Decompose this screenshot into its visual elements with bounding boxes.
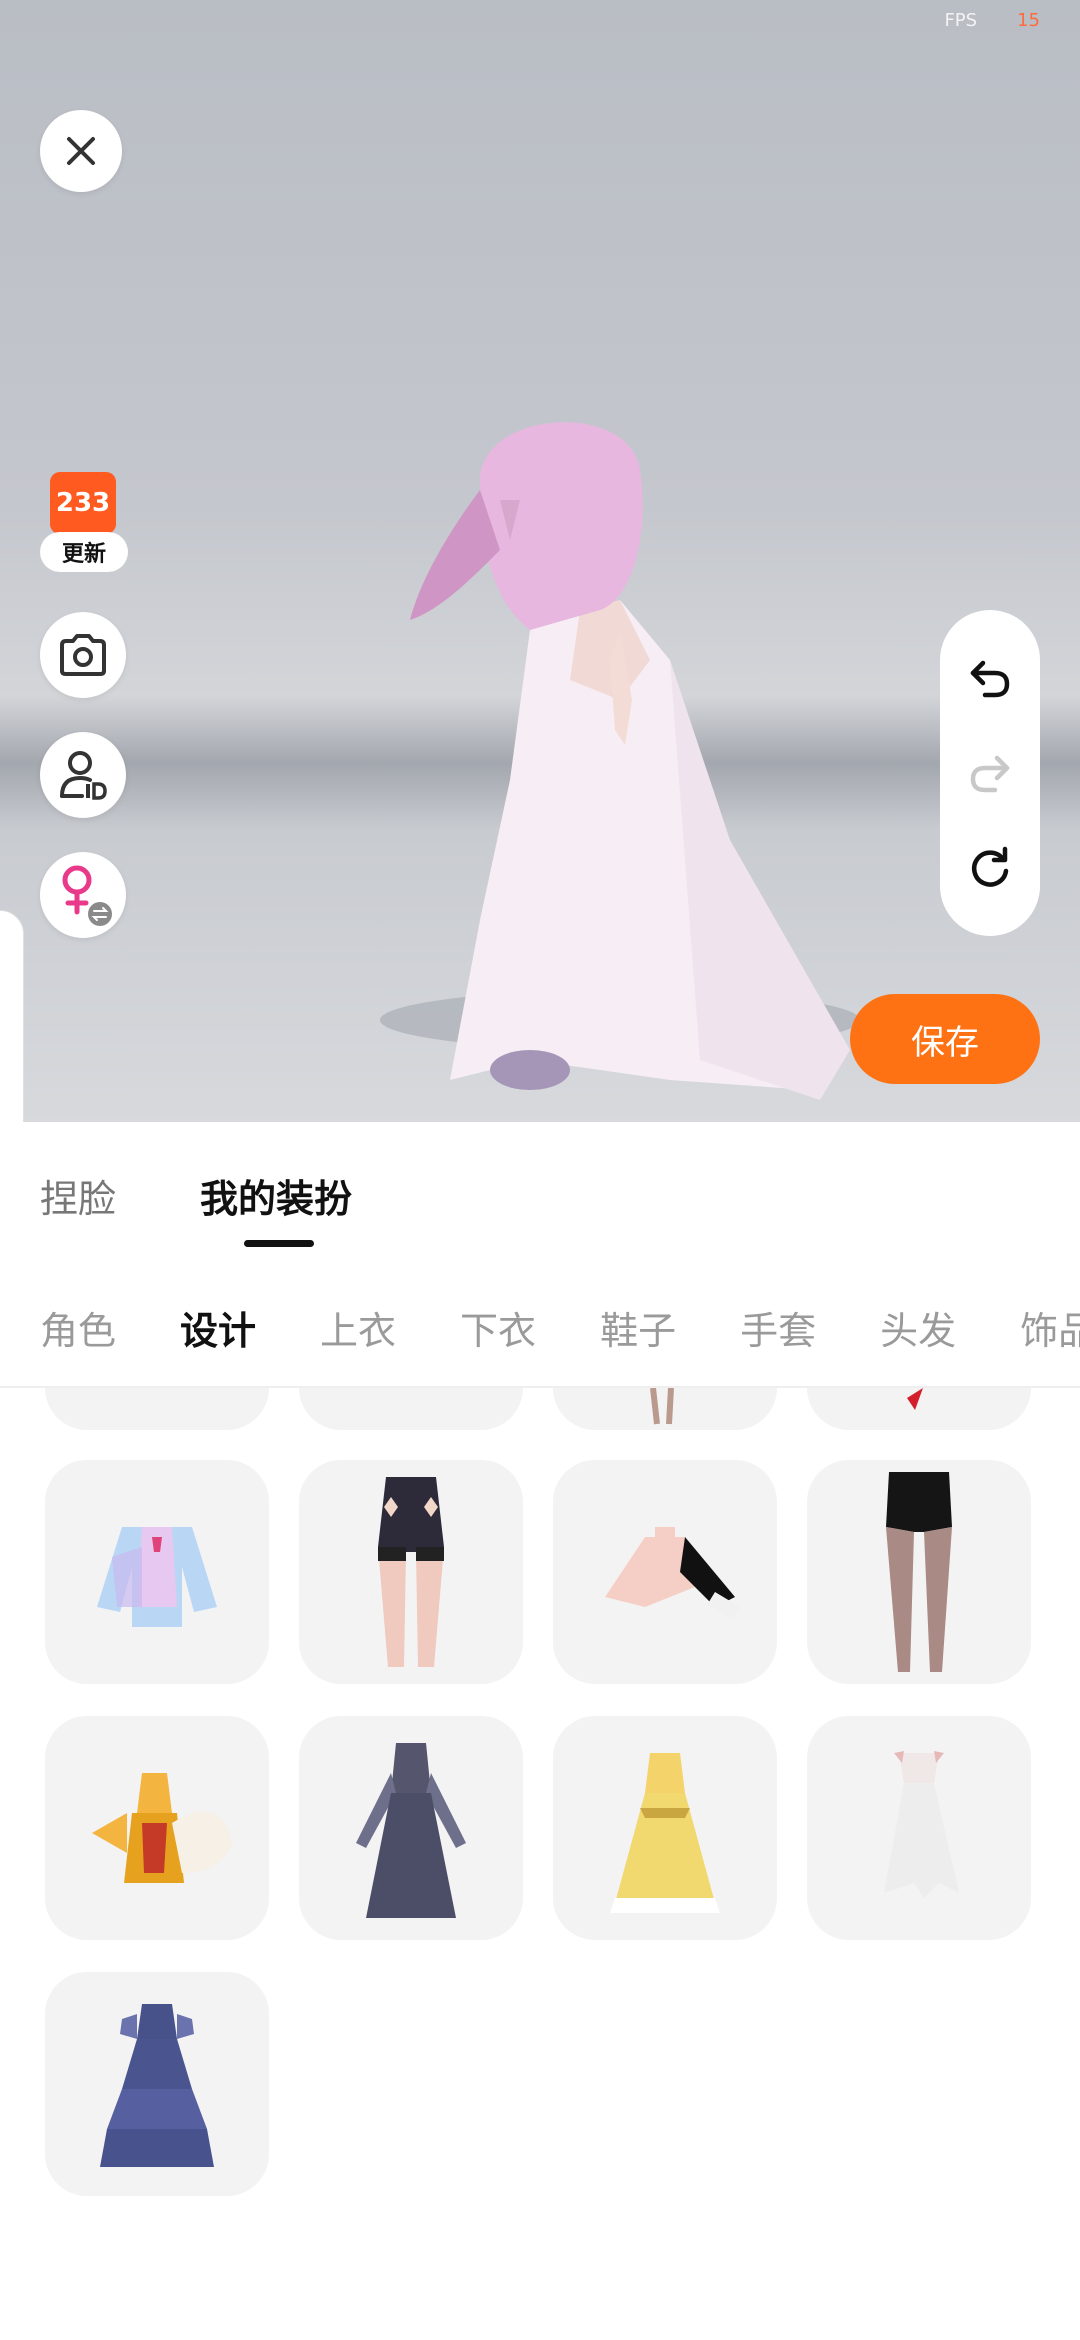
fps-label: FPS: [944, 10, 978, 31]
reset-icon[interactable]: [967, 845, 1013, 891]
outfit-grid: [45, 1460, 1031, 2196]
outfit-tile-partial[interactable]: [45, 1388, 269, 1430]
outfit-item[interactable]: [807, 1716, 1031, 1940]
category-accessories[interactable]: 饰品: [1020, 1300, 1080, 1355]
outfit-thumbnail-navy-tiered-dress: [100, 2004, 214, 2167]
outfit-item[interactable]: [45, 1972, 269, 2196]
outfit-item[interactable]: [299, 1460, 523, 1684]
outfit-item[interactable]: [299, 1716, 523, 1940]
category-bar: 角色 设计 上衣 下衣 鞋子 手套 头发 饰品: [40, 1300, 1080, 1355]
main-tabs: 捏脸 我的装扮: [40, 1168, 352, 1223]
outfit-thumbnail-navy-gown: [356, 1743, 466, 1918]
category-bottoms[interactable]: 下衣: [460, 1300, 536, 1355]
save-button[interactable]: 保存: [850, 994, 1040, 1084]
outfit-thumbnail-shorts-tights: [886, 1472, 952, 1672]
gender-switch-button[interactable]: [40, 852, 126, 938]
category-design[interactable]: 设计: [180, 1300, 256, 1355]
active-tab-indicator: [244, 1240, 314, 1247]
outfit-tile-partial[interactable]: [553, 1387, 777, 1430]
outfit-thumbnail-jacket: [97, 1527, 217, 1627]
tab-face[interactable]: 捏脸: [40, 1168, 116, 1223]
outfit-item[interactable]: [553, 1460, 777, 1684]
outfit-item[interactable]: [807, 1460, 1031, 1684]
undo-icon[interactable]: [967, 655, 1013, 701]
category-gloves[interactable]: 手套: [740, 1300, 816, 1355]
redo-icon[interactable]: [967, 750, 1013, 796]
close-button[interactable]: [40, 110, 122, 192]
avatar-preview-scene[interactable]: FPS 15 233 更新 保存: [0, 0, 1080, 1122]
history-panel: [940, 610, 1040, 936]
outfit-item[interactable]: [45, 1716, 269, 1940]
close-icon: [67, 137, 95, 165]
avatar-id-button[interactable]: [40, 732, 126, 818]
fps-counter: FPS 15: [944, 10, 1040, 31]
outfit-thumbnail-asymmetric-top: [605, 1527, 740, 1619]
category-shoes[interactable]: 鞋子: [600, 1300, 676, 1355]
outfit-item[interactable]: [45, 1460, 269, 1684]
outfit-tile-partial[interactable]: [807, 1388, 1031, 1430]
update-label: 更新: [40, 532, 128, 572]
female-switch-icon: [62, 865, 112, 926]
tab-my-outfits[interactable]: 我的装扮: [200, 1168, 352, 1223]
outfit-thumbnail-stockings: [378, 1477, 444, 1667]
avatar-character[interactable]: [370, 400, 870, 1100]
outfit-item[interactable]: [553, 1716, 777, 1940]
category-tops[interactable]: 上衣: [320, 1300, 396, 1355]
category-hair[interactable]: 头发: [880, 1300, 956, 1355]
outfit-thumbnail-yellow-dress: [610, 1753, 720, 1913]
outfit-thumbnail-fox-tail: [92, 1773, 232, 1883]
app-logo: 233: [50, 472, 116, 534]
update-badge[interactable]: 233 更新: [40, 472, 128, 576]
left-edge-handle[interactable]: [0, 910, 24, 1122]
outfit-tile-partial[interactable]: [299, 1388, 523, 1430]
category-character[interactable]: 角色: [40, 1300, 116, 1355]
avatar-id-icon: [60, 751, 107, 800]
camera-icon: [60, 634, 106, 676]
outfit-thumbnail-white-dress: [884, 1751, 959, 1898]
camera-button[interactable]: [40, 612, 126, 698]
fps-value: 15: [1017, 10, 1040, 31]
